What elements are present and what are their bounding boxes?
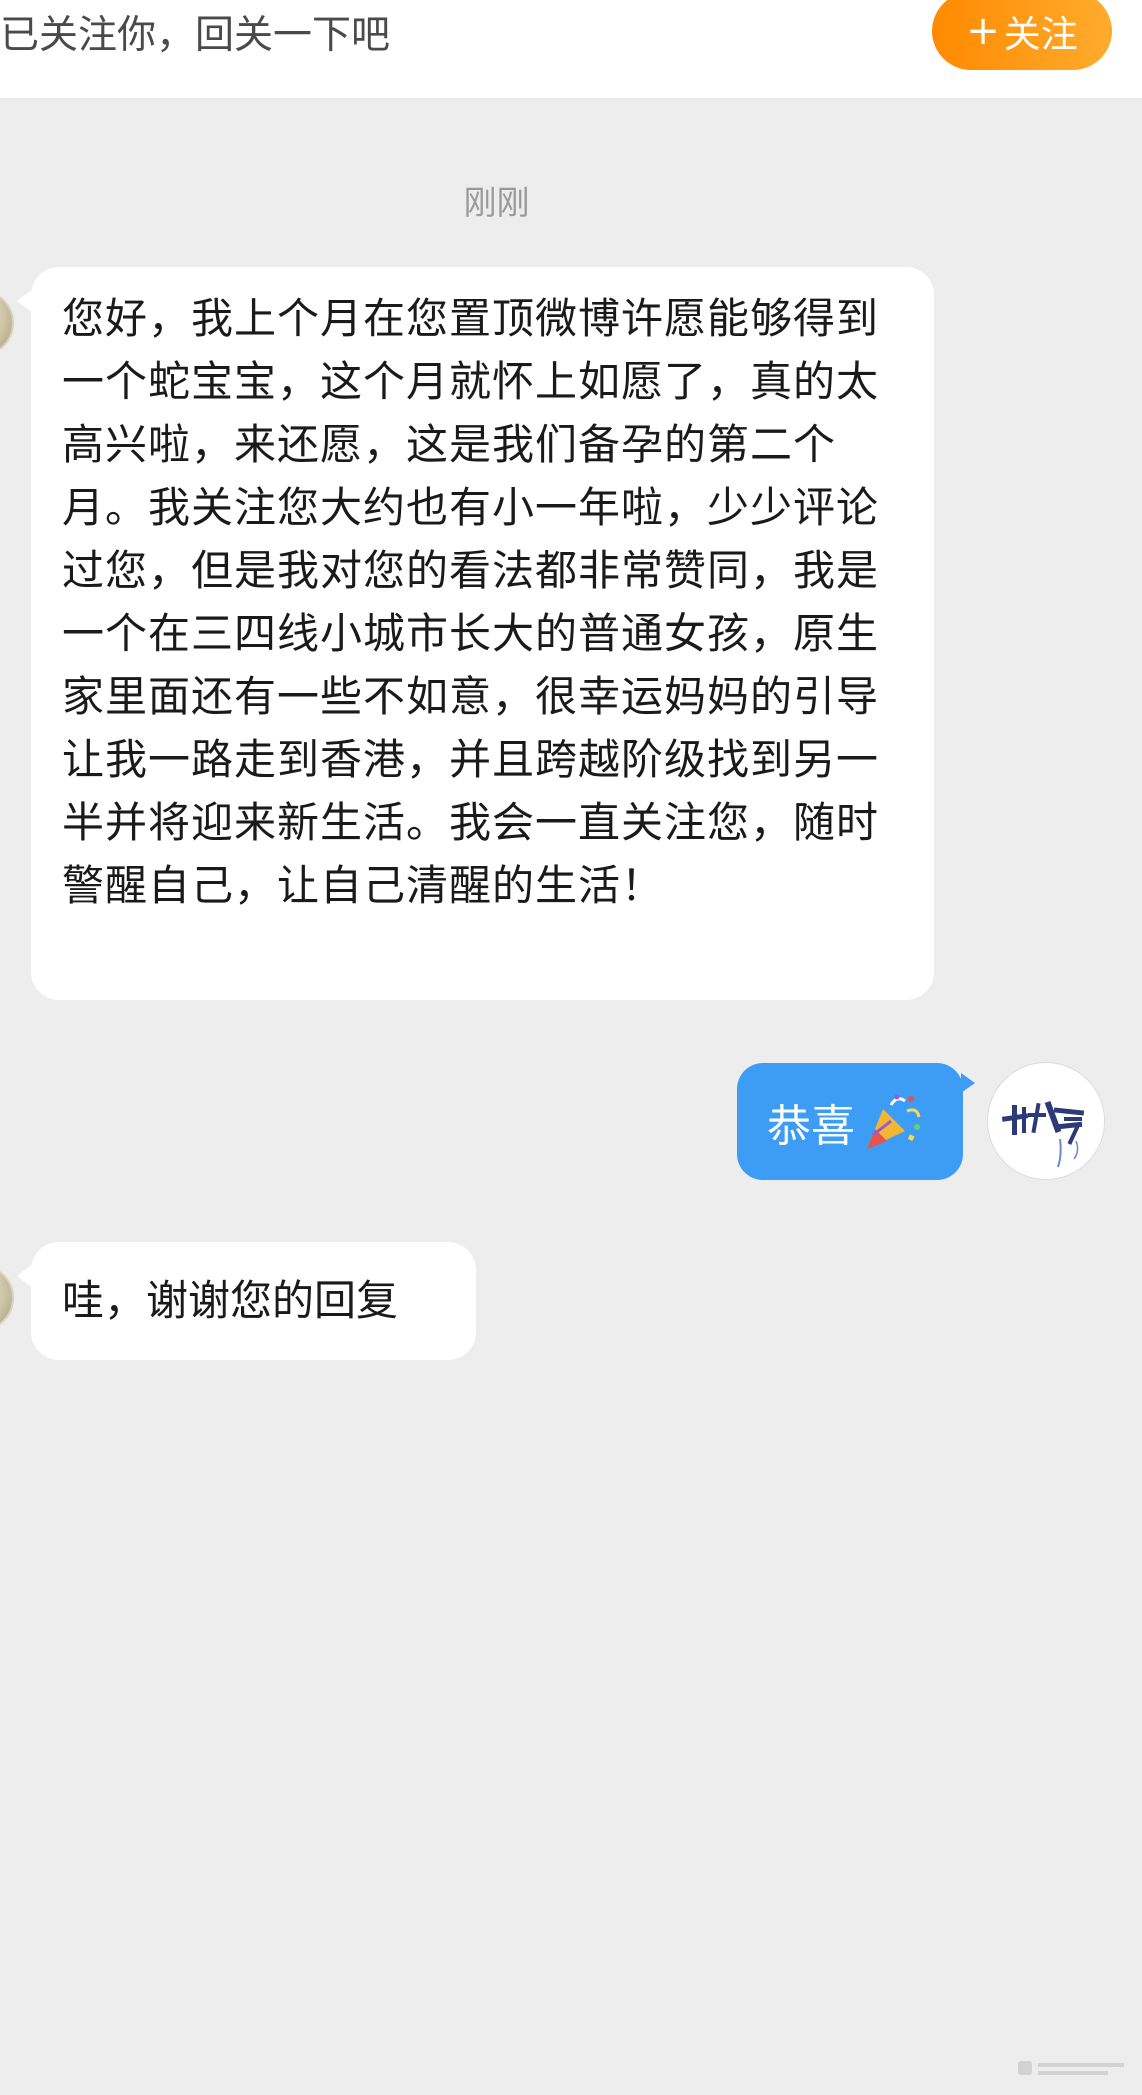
received-message-bubble[interactable]: 您好，我上个月在您置顶微博许愿能够得到一个蛇宝宝，这个月就怀上如愿了，真的太高兴…: [17, 267, 934, 1000]
message-text: 恭喜: [767, 1100, 855, 1152]
sender-avatar[interactable]: [0, 290, 14, 356]
bubble-tail: [17, 1264, 33, 1288]
follow-button-label: 关注: [1003, 13, 1078, 56]
party-popper-icon: [861, 1091, 923, 1153]
bubble-tail: [17, 289, 33, 313]
sent-message-bubble[interactable]: 恭喜: [737, 1063, 975, 1180]
received-message-bubble[interactable]: 哇，谢谢您的回复: [17, 1242, 476, 1360]
follow-back-button[interactable]: + 关注: [932, 0, 1112, 70]
follow-hint-text: 已关注你，回关一下吧: [0, 13, 391, 58]
message-text: 您好，我上个月在您置顶微博许愿能够得到一个蛇宝宝，这个月就怀上如愿了，真的太高兴…: [62, 294, 880, 910]
bubble-tail: [961, 1073, 975, 1093]
plus-icon: +: [966, 8, 1000, 54]
sender-avatar[interactable]: [0, 1265, 14, 1331]
my-avatar[interactable]: [987, 1062, 1105, 1180]
message-text: 哇，谢谢您的回复: [62, 1276, 399, 1325]
message-timestamp: 刚刚: [463, 183, 530, 222]
follow-prompt-bar: 已关注你，回关一下吧 + 关注: [0, 0, 1142, 98]
watermark-icon: [1018, 2061, 1124, 2075]
